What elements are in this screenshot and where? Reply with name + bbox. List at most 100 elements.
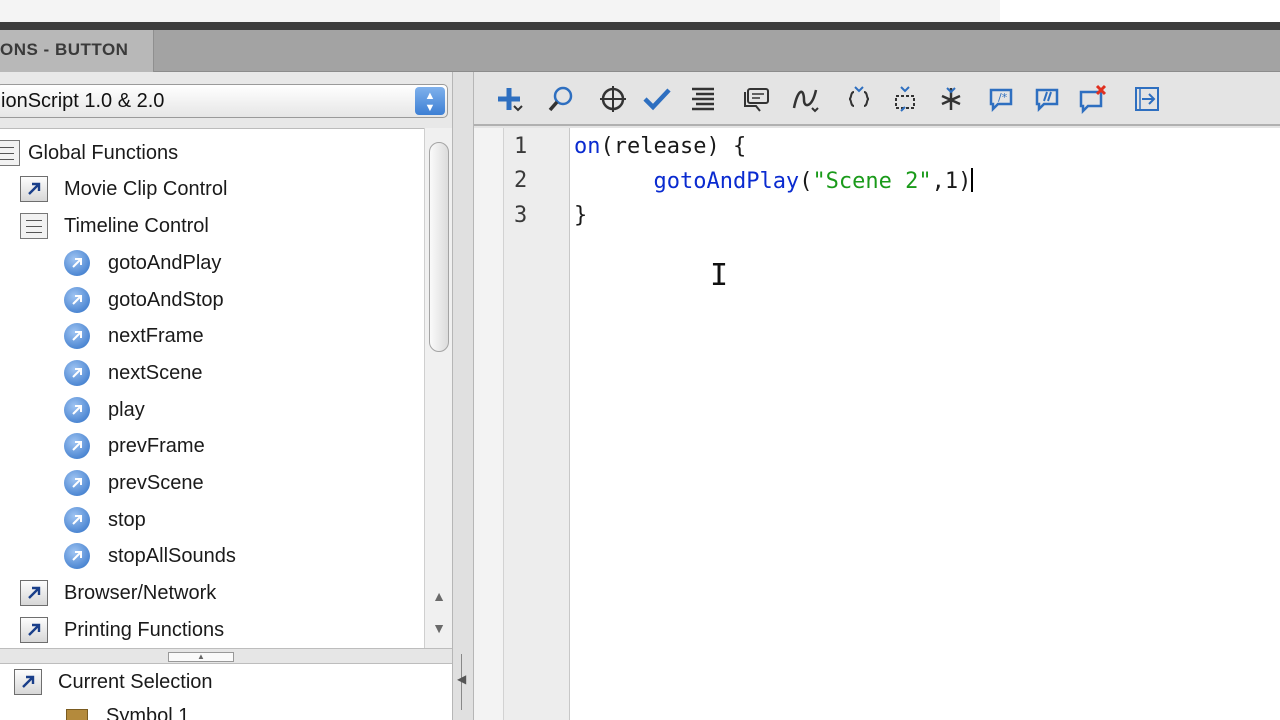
line-number-gutter: 1 2 3	[504, 128, 570, 720]
code-keyword: on	[574, 134, 601, 159]
window-top-bar	[0, 0, 1280, 30]
select-arrows-icon[interactable]: ▲ ▼	[415, 87, 445, 115]
function-icon	[64, 323, 90, 349]
tree-item-gotoandplay[interactable]: gotoAndPlay	[64, 245, 221, 281]
window-separator	[0, 22, 1280, 30]
script-navigator: Current Selection Symbol 1	[0, 664, 456, 720]
scrollbar-thumb[interactable]	[429, 142, 449, 352]
splitter-handle-icon[interactable]: ▲	[168, 652, 234, 662]
tree-item-label: Symbol 1	[106, 704, 190, 720]
tree-item-label: Movie Clip Control	[64, 177, 228, 200]
language-select[interactable]: ionScript 1.0 & 2.0 ▲ ▼	[0, 84, 448, 118]
editor-margin	[474, 128, 504, 720]
remove-comment-icon[interactable]	[1074, 80, 1112, 118]
tree-scrollbar[interactable]: ▲ ▼	[424, 128, 452, 718]
tree-item-movie-clip-control[interactable]: Movie Clip Control	[20, 171, 227, 207]
ibeam-cursor-icon: I	[710, 258, 729, 293]
book-open-icon	[20, 213, 48, 239]
actions-panel-header: ONS - BUTTON	[0, 30, 1280, 72]
tree-item-global-functions[interactable]: Global Functions	[0, 135, 178, 171]
check-syntax-icon[interactable]	[638, 80, 676, 118]
scroll-up-icon[interactable]: ▲	[431, 588, 447, 604]
tree-item-label: prevScene	[108, 471, 204, 494]
tree-item-nextframe[interactable]: nextFrame	[64, 318, 204, 354]
tree-item-nextscene[interactable]: nextScene	[64, 355, 203, 391]
actions-toolbox: ionScript 1.0 & 2.0 ▲ ▼ Global Functions …	[0, 72, 456, 720]
scroll-down-icon[interactable]: ▼	[431, 620, 447, 636]
function-icon	[64, 287, 90, 313]
tree-item-label: stop	[108, 508, 146, 531]
tree-item-printing-functions[interactable]: Printing Functions	[20, 612, 224, 648]
show-code-hint-icon[interactable]	[738, 80, 776, 118]
debug-options-icon[interactable]	[786, 80, 824, 118]
editor-toolbar: /*	[474, 72, 1280, 126]
apply-line-comment-icon[interactable]	[1028, 80, 1066, 118]
tree-item-label: Printing Functions	[64, 618, 225, 641]
tree-item-browser-network[interactable]: Browser/Network	[20, 575, 216, 611]
text-caret	[971, 168, 974, 192]
code-line-1[interactable]: on(release) {	[574, 134, 746, 159]
collapse-between-braces-icon[interactable]	[840, 80, 878, 118]
function-icon	[64, 433, 90, 459]
code-line-3[interactable]: }	[574, 203, 587, 228]
tree-item-timeline-control[interactable]: Timeline Control	[20, 208, 209, 244]
tree-item-label: Current Selection	[58, 670, 213, 693]
code-text: ,1)	[931, 169, 972, 194]
function-icon	[64, 470, 90, 496]
function-icon	[64, 360, 90, 386]
tree-item-label: prevFrame	[108, 434, 205, 457]
tree-item-label: play	[108, 398, 145, 421]
code-text: (	[799, 169, 813, 194]
auto-format-icon[interactable]	[684, 80, 722, 118]
tree-item-prevscene[interactable]: prevScene	[64, 465, 204, 501]
code-text: }	[574, 203, 588, 228]
book-icon	[0, 140, 20, 166]
tree-item-label: Timeline Control	[64, 214, 209, 237]
code-function: gotoAndPlay	[653, 169, 800, 194]
folder-arrow-icon	[20, 617, 48, 643]
collapse-selection-icon[interactable]	[886, 80, 924, 118]
code-text-area[interactable]: on(release) { gotoAndPlay("Scene 2",1) }…	[570, 128, 1280, 720]
add-statement-icon[interactable]	[490, 80, 528, 118]
folder-arrow-icon	[14, 669, 42, 695]
tree-item-stopallsounds[interactable]: stopAllSounds	[64, 538, 236, 574]
script-editor: /* 1 2 3 on(release) { gotoAndPlay("Scen…	[474, 72, 1280, 720]
panel-title: ONS - BUTTON	[0, 40, 129, 59]
function-icon	[64, 507, 90, 533]
actions-panel-tab[interactable]: ONS - BUTTON	[0, 30, 154, 72]
insert-target-path-icon[interactable]	[594, 80, 632, 118]
tree-item-label: gotoAndStop	[108, 288, 224, 311]
apply-block-comment-icon[interactable]: /*	[982, 80, 1020, 118]
line-number: 3	[514, 203, 528, 228]
collapse-left-icon[interactable]: ◀	[457, 672, 466, 686]
vertical-splitter[interactable]: ◀	[452, 72, 474, 720]
expand-all-icon[interactable]	[932, 80, 970, 118]
tree-item-label: Global Functions	[28, 141, 179, 164]
find-icon[interactable]	[542, 80, 580, 118]
folder-arrow-icon	[20, 580, 48, 606]
function-icon	[64, 397, 90, 423]
show-hide-toolbox-icon[interactable]	[1128, 80, 1166, 118]
svg-text:/*: /*	[998, 91, 1008, 104]
line-number: 2	[514, 168, 528, 193]
function-icon	[64, 250, 90, 276]
line-number: 1	[514, 134, 528, 159]
function-icon	[64, 543, 90, 569]
code-line-2[interactable]: gotoAndPlay("Scene 2",1)	[574, 168, 974, 194]
tree-item-current-selection[interactable]: Current Selection	[14, 664, 213, 700]
language-select-value: ionScript 1.0 & 2.0	[1, 90, 165, 112]
tree-item-stop[interactable]: stop	[64, 502, 146, 538]
code-text: (release) {	[600, 134, 747, 159]
tree-item-symbol[interactable]: Symbol 1	[66, 698, 189, 720]
actions-tree: Global Functions Movie Clip Control Time…	[0, 128, 424, 718]
folder-arrow-icon	[20, 176, 48, 202]
tree-item-label: stopAllSounds	[108, 544, 236, 567]
tree-item-label: Browser/Network	[64, 581, 217, 604]
tree-item-play[interactable]: play	[64, 392, 145, 428]
tree-item-label: nextFrame	[108, 324, 204, 347]
tree-item-prevframe[interactable]: prevFrame	[64, 428, 205, 464]
tree-item-gotoandstop[interactable]: gotoAndStop	[64, 282, 224, 318]
pane-splitter[interactable]: ▲	[0, 648, 456, 664]
tree-item-label: nextScene	[108, 361, 203, 384]
